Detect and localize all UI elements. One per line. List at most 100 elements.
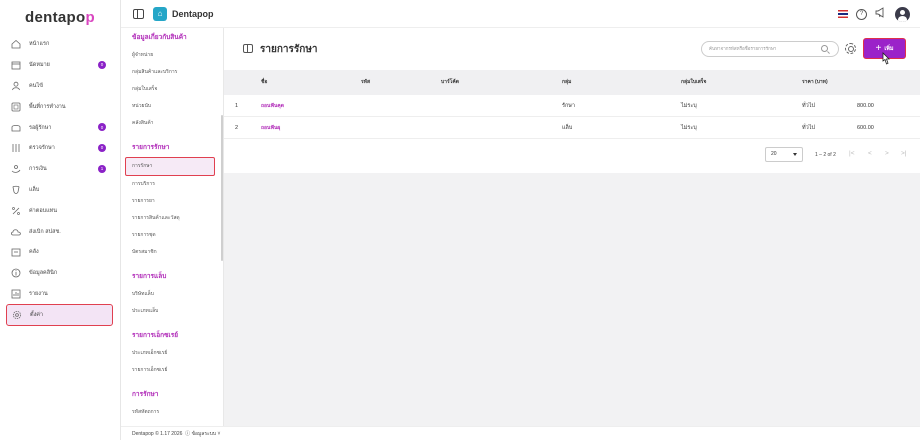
count-badge: 0 [98,60,106,69]
treatment-name-link[interactable]: ถอนฟันผุ [261,117,280,139]
row-price-type: ทั่วไป [802,103,815,109]
subnav-item-warehouse[interactable]: คลังสินค้า [121,115,223,132]
subnav-section-title: การรักษา [132,391,159,398]
footer-chevron-icon: ˅ [216,431,221,437]
count-badge: 0 [98,143,106,152]
row-receipt-group: ไม่ระบุ [681,103,697,109]
percent-icon [10,205,22,217]
panel-toggle-icon[interactable] [243,44,253,53]
language-flag-icon[interactable] [838,10,848,18]
subnav-item-treatments[interactable]: การรักษา [125,157,215,176]
last-page-button[interactable]: >| [901,150,906,157]
sidebar-item-nhso[interactable]: ส่งเบิก สปสช. [0,221,120,242]
subnav-scrollbar[interactable] [221,115,223,261]
rows-per-page-value: 20 [771,151,777,157]
sidebar-item-label: ตั้งค่า [30,312,44,319]
settings-icon [11,309,23,321]
sidebar-item-home[interactable]: หน้าแรก [0,34,120,55]
table-row[interactable]: 1 ถอนฟันคุด รักษา ไม่ระบุ ทั่วไป 800.00 [224,95,920,117]
lab-icon [10,184,22,196]
column-header-name[interactable]: ชื่อ [261,70,267,95]
avatar[interactable] [895,6,910,22]
row-price: 600.00 [857,125,874,131]
sidebar-item-compensation[interactable]: ค่าตอบแทน [0,200,120,221]
next-page-button[interactable]: > [885,150,889,157]
sidebar-item-label: รายงาน [29,290,48,297]
subnav-item-units[interactable]: หน่วยนับ [121,98,223,115]
footer: Dentapop © 1.17 2026 ⓘ ข้อมูลระบบ ˅ [121,426,920,440]
search-placeholder: ค้นหาจากรหัสหรือชื่อรายการรักษา [709,46,777,51]
subnav-item-lab-type[interactable]: ประเภทแล็บ [121,303,223,320]
sidebar-item-label: การเงิน [29,166,47,173]
subnav-item-procedure-code[interactable]: รหัสหัตถการ [121,404,223,421]
column-header-receipt-group[interactable]: กลุ่มใบเสร็จ [681,70,706,95]
finance-icon [10,163,22,175]
subnav-item-drugs[interactable]: รายการยา [121,193,223,210]
treatment-icon [10,142,22,154]
subnav-item-lab-company[interactable]: บริษัทแล็บ [121,286,223,303]
sidebar-item-finance[interactable]: การเงิน 1 [0,159,120,180]
announcement-icon[interactable] [875,5,887,23]
sidebar-item-workspace[interactable]: พื้นที่การทำงาน [0,96,120,117]
panel-header: รายการรักษา ค้นหาจากรหัสหรือชื่อรายการรั… [224,28,920,70]
subnav-item-xray-list[interactable]: รายการเอ็กซเรย์ [121,362,223,379]
sidebar-item-inventory[interactable]: คลัง [0,242,120,263]
rows-per-page-select[interactable]: 20 [765,147,803,162]
sidebar-item-lab[interactable]: แล็บ [0,180,120,201]
gear-icon[interactable] [845,43,856,54]
cloud-icon [10,226,22,238]
subnav-item-product-groups[interactable]: กลุ่มสินค้าและบริการ [121,64,223,81]
workspace-icon [10,101,22,113]
inventory-icon [10,246,22,258]
row-price-type: ทั่วไป [802,125,815,131]
info-icon [10,267,22,279]
logo-text: dentapo [25,8,86,26]
report-icon [10,288,22,300]
column-header-code[interactable]: รหัส [361,70,370,95]
search-icon[interactable] [821,45,828,52]
subnav-section-title: ข้อมูลเกี่ยวกับสินค้า [132,34,187,41]
prev-page-button[interactable]: < [868,150,872,157]
sidebar-item-waiting[interactable]: รอผู้รักษา 0 [0,117,120,138]
row-price: 800.00 [857,103,874,109]
count-badge: 0 [98,123,106,132]
person-icon [10,80,22,92]
sidebar-item-reports[interactable]: รายงาน [0,284,120,305]
sidebar-toggle-icon[interactable] [133,8,144,19]
help-icon[interactable]: ? [856,8,867,20]
treatment-name-link[interactable]: ถอนฟันคุด [261,95,284,117]
sidebar-item-settings[interactable]: ตั้งค่า [6,304,113,327]
sidebar-item-treatment[interactable]: ตรวจรักษา 0 [0,138,120,159]
sidebar-item-patients[interactable]: คนไข้ [0,76,120,97]
subnav-item-suppliers[interactable]: ผู้จำหน่าย [121,47,223,64]
row-group: รักษา [562,103,575,109]
sidebar-item-label: ค่าตอบแทน [29,207,58,214]
sidebar-item-label: นัดหมาย [29,62,50,69]
settings-subnav: ข้อมูลเกี่ยวกับสินค้า ผู้จำหน่าย กลุ่มสิ… [121,28,224,440]
sidebar-item-clinic-info[interactable]: ข้อมูลคลินิก [0,263,120,284]
table-row[interactable]: 2 ถอนฟันผุ แล็บ ไม่ระบุ ทั่วไป 600.00 [224,117,920,139]
row-group: แล็บ [562,125,573,131]
subnav-item-membership[interactable]: บัตรสมาชิก [121,244,223,261]
search-input[interactable]: ค้นหาจากรหัสหรือชื่อรายการรักษา [701,41,839,57]
sidebar-item-appointments[interactable]: นัดหมาย 0 [0,55,120,76]
sidebar-item-label: หน้าแรก [29,41,50,48]
sidebar-item-label: พื้นที่การทำงาน [29,103,66,110]
subnav-item-products[interactable]: รายการสินค้าและวัสดุ [121,210,223,227]
logo[interactable]: dentapo p [0,0,120,34]
subnav-item-xray-type[interactable]: ประเภทเอ็กซเรย์ [121,345,223,362]
row-number: 1 [235,103,239,109]
subnav-item-receipt-groups[interactable]: กลุ่มใบเสร็จ [121,81,223,98]
column-header-group[interactable]: กลุ่ม [562,70,571,95]
first-page-button[interactable]: |< [849,150,854,157]
column-header-barcode[interactable]: บาร์โค้ด [441,70,459,95]
subnav-item-services[interactable]: การบริการ [121,176,223,193]
table-header: ชื่อ รหัส บาร์โค้ด กลุ่ม กลุ่มใบเสร็จ รา… [224,70,920,95]
subnav-item-packages[interactable]: รายการชุด [121,227,223,244]
calendar-icon [10,59,22,71]
mouse-cursor-icon [882,52,890,65]
column-header-price[interactable]: ราคา (บาท) [802,70,828,95]
footer-version: Dentapop © 1.17 2026 [132,431,183,437]
footer-status-link[interactable]: ข้อมูลระบบ [192,431,217,437]
clinic-logo-icon: ⌂ [153,6,167,21]
